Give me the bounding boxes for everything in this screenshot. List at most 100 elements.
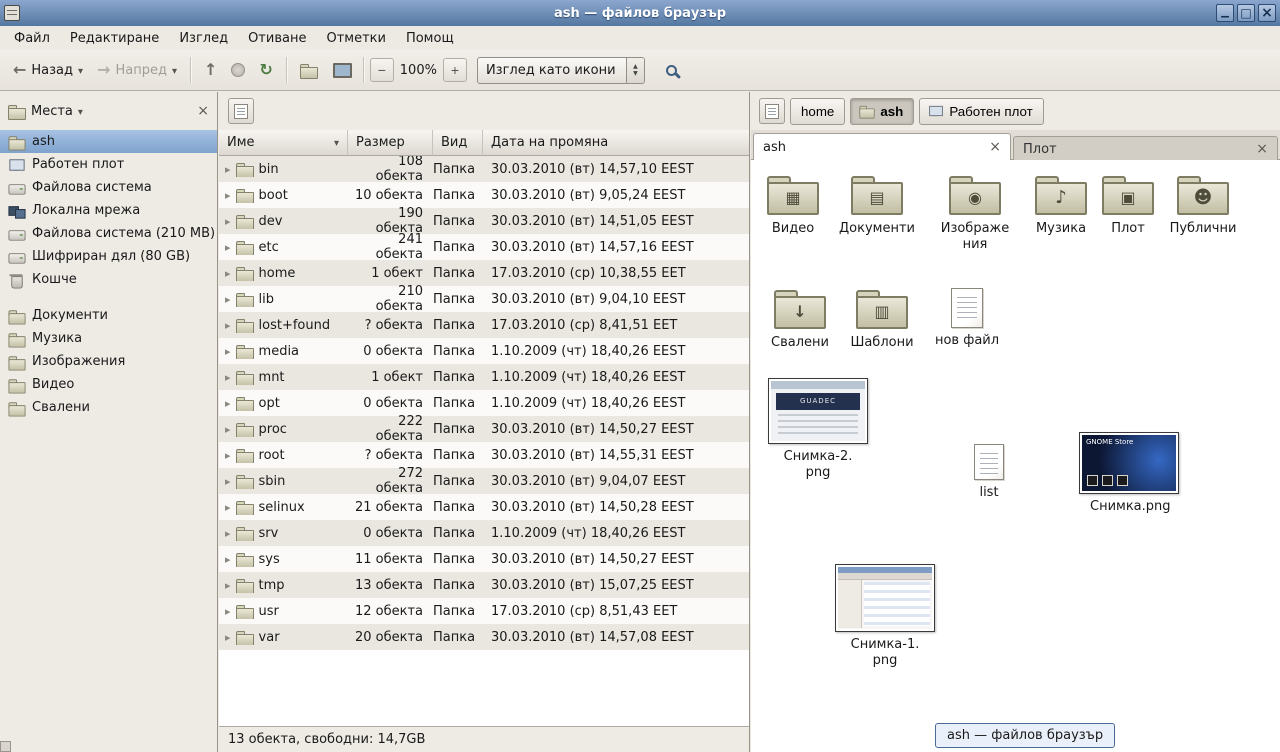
view-mode-select[interactable]: Изглед като икони bbox=[477, 57, 645, 84]
table-row[interactable]: etc 241 обекта Папка 30.03.2010 (вт) 14,… bbox=[219, 234, 749, 260]
zoom-in-button[interactable] bbox=[443, 58, 467, 82]
reload-button[interactable] bbox=[252, 57, 279, 83]
zoom-out-button[interactable] bbox=[370, 58, 394, 82]
desktop-item-templates[interactable]: Шаблони bbox=[848, 288, 916, 351]
icon-view[interactable]: Видео Документи Изображения Музика Плот … bbox=[751, 160, 1280, 752]
desktop-item-snimka2[interactable]: GUADEC Снимка-2.png bbox=[768, 378, 868, 481]
table-row[interactable]: dev 190 обекта Папка 30.03.2010 (вт) 14,… bbox=[219, 208, 749, 234]
table-row[interactable]: mnt 1 обект Папка 1.10.2009 (чт) 18,40,2… bbox=[219, 364, 749, 390]
table-row[interactable]: bin 108 обекта Папка 30.03.2010 (вт) 14,… bbox=[219, 156, 749, 182]
desktop-item-video[interactable]: Видео bbox=[757, 174, 829, 237]
tab-close-icon[interactable] bbox=[1256, 142, 1268, 156]
tab-plot[interactable]: Плот bbox=[1013, 136, 1278, 161]
forward-button[interactable]: Напред bbox=[90, 57, 184, 83]
sidebar-item[interactable]: Видео bbox=[0, 373, 217, 396]
sidebar-item[interactable]: Изображения bbox=[0, 350, 217, 373]
table-row[interactable]: proc 222 обекта Папка 30.03.2010 (вт) 14… bbox=[219, 416, 749, 442]
places-selector-chevron-icon[interactable] bbox=[78, 105, 83, 118]
expander-icon[interactable] bbox=[225, 292, 231, 307]
menu-item[interactable]: Редактиране bbox=[60, 28, 169, 49]
sidebar-item[interactable]: ash bbox=[0, 130, 217, 153]
desktop-item-new-file[interactable]: нов файл bbox=[933, 288, 1001, 349]
desktop-item-snimka1[interactable]: Снимка-1.png bbox=[835, 564, 935, 669]
menu-item[interactable]: Файл bbox=[4, 28, 60, 49]
expander-icon[interactable] bbox=[225, 578, 231, 593]
sidebar-item[interactable]: Шифриран дял (80 GB) bbox=[0, 245, 217, 268]
back-button[interactable]: Назад bbox=[6, 57, 90, 83]
expander-icon[interactable] bbox=[225, 370, 231, 385]
table-row[interactable]: lib 210 обекта Папка 30.03.2010 (вт) 9,0… bbox=[219, 286, 749, 312]
minimize-icon[interactable] bbox=[1216, 4, 1234, 22]
edit-location-button[interactable] bbox=[759, 98, 785, 124]
table-row[interactable]: media 0 обекта Папка 1.10.2009 (чт) 18,4… bbox=[219, 338, 749, 364]
expander-icon[interactable] bbox=[225, 240, 231, 255]
desktop-item-snimka[interactable]: GNOME Store Снимка.png bbox=[1079, 432, 1179, 515]
back-history-chevron-icon[interactable] bbox=[78, 64, 83, 77]
desktop-item-pictures[interactable]: Изображения bbox=[939, 174, 1011, 253]
places-close-icon[interactable] bbox=[197, 104, 209, 118]
menu-item[interactable]: Помощ bbox=[396, 28, 464, 49]
table-row[interactable]: usr 12 обекта Папка 17.03.2010 (ср) 8,51… bbox=[219, 598, 749, 624]
table-row[interactable]: sys 11 обекта Папка 30.03.2010 (вт) 14,5… bbox=[219, 546, 749, 572]
table-row[interactable]: lost+found ? обекта Папка 17.03.2010 (ср… bbox=[219, 312, 749, 338]
desktop-item-plot[interactable]: Плот bbox=[1097, 174, 1159, 237]
search-button[interactable] bbox=[659, 60, 684, 81]
desktop-item-list[interactable]: list bbox=[955, 444, 1023, 501]
desktop-item-downloads[interactable]: Свалени bbox=[766, 288, 834, 351]
expander-icon[interactable] bbox=[225, 630, 231, 645]
tab-close-icon[interactable] bbox=[989, 140, 1001, 154]
menu-item[interactable]: Отметки bbox=[316, 28, 395, 49]
expander-icon[interactable] bbox=[225, 604, 231, 619]
sidebar-item[interactable]: Кошче bbox=[0, 268, 217, 291]
table-row[interactable]: sbin 272 обекта Папка 30.03.2010 (вт) 9,… bbox=[219, 468, 749, 494]
menu-item[interactable]: Отиване bbox=[238, 28, 316, 49]
computer-button[interactable] bbox=[325, 57, 357, 83]
desktop-item-public[interactable]: Публични bbox=[1165, 174, 1241, 237]
stop-button[interactable] bbox=[224, 58, 252, 82]
expander-icon[interactable] bbox=[225, 500, 231, 515]
up-button[interactable] bbox=[197, 57, 224, 83]
close-icon[interactable] bbox=[1258, 4, 1276, 22]
home-button[interactable] bbox=[293, 57, 325, 83]
resize-grip[interactable] bbox=[0, 741, 11, 752]
maximize-icon[interactable] bbox=[1237, 4, 1255, 22]
table-row[interactable]: srv 0 обекта Папка 1.10.2009 (чт) 18,40,… bbox=[219, 520, 749, 546]
sidebar-item[interactable]: Файлова система (210 MB) bbox=[0, 222, 217, 245]
column-header-type[interactable]: Вид bbox=[433, 130, 483, 156]
sidebar-item[interactable]: Работен плот bbox=[0, 153, 217, 176]
expander-icon[interactable] bbox=[225, 448, 231, 463]
column-header-name[interactable]: Име bbox=[219, 130, 348, 156]
column-header-modified[interactable]: Дата на промяна bbox=[483, 130, 749, 156]
table-row[interactable]: var 20 обекта Папка 30.03.2010 (вт) 14,5… bbox=[219, 624, 749, 650]
table-row[interactable]: opt 0 обекта Папка 1.10.2009 (чт) 18,40,… bbox=[219, 390, 749, 416]
expander-icon[interactable] bbox=[225, 552, 231, 567]
edit-location-button[interactable] bbox=[228, 98, 254, 124]
expander-icon[interactable] bbox=[225, 266, 231, 281]
tab-ash[interactable]: ash bbox=[753, 133, 1011, 160]
sidebar-item[interactable]: Свалени bbox=[0, 396, 217, 419]
path-button-desktop[interactable]: Работен плот bbox=[919, 98, 1043, 125]
expander-icon[interactable] bbox=[225, 474, 231, 489]
sidebar-item[interactable]: Локална мрежа bbox=[0, 199, 217, 222]
expander-icon[interactable] bbox=[225, 214, 231, 229]
column-header-size[interactable]: Размер bbox=[348, 130, 433, 156]
table-row[interactable]: tmp 13 обекта Папка 30.03.2010 (вт) 15,0… bbox=[219, 572, 749, 598]
menu-item[interactable]: Изглед bbox=[169, 28, 238, 49]
path-button-current[interactable]: ash bbox=[850, 98, 914, 125]
sidebar-item[interactable]: Музика bbox=[0, 327, 217, 350]
expander-icon[interactable] bbox=[225, 422, 231, 437]
table-row[interactable]: home 1 обект Папка 17.03.2010 (ср) 10,38… bbox=[219, 260, 749, 286]
desktop-item-music[interactable]: Музика bbox=[1027, 174, 1095, 237]
sidebar-item[interactable]: Документи bbox=[0, 304, 217, 327]
path-button-home[interactable]: home bbox=[790, 98, 845, 125]
title-bar[interactable]: ash — файлов браузър bbox=[0, 0, 1280, 26]
expander-icon[interactable] bbox=[225, 162, 231, 177]
table-row[interactable]: boot 10 обекта Папка 30.03.2010 (вт) 9,0… bbox=[219, 182, 749, 208]
expander-icon[interactable] bbox=[225, 188, 231, 203]
table-row[interactable]: selinux 21 обекта Папка 30.03.2010 (вт) … bbox=[219, 494, 749, 520]
expander-icon[interactable] bbox=[225, 318, 231, 333]
table-row[interactable]: root ? обекта Папка 30.03.2010 (вт) 14,5… bbox=[219, 442, 749, 468]
expander-icon[interactable] bbox=[225, 526, 231, 541]
expander-icon[interactable] bbox=[225, 344, 231, 359]
expander-icon[interactable] bbox=[225, 396, 231, 411]
